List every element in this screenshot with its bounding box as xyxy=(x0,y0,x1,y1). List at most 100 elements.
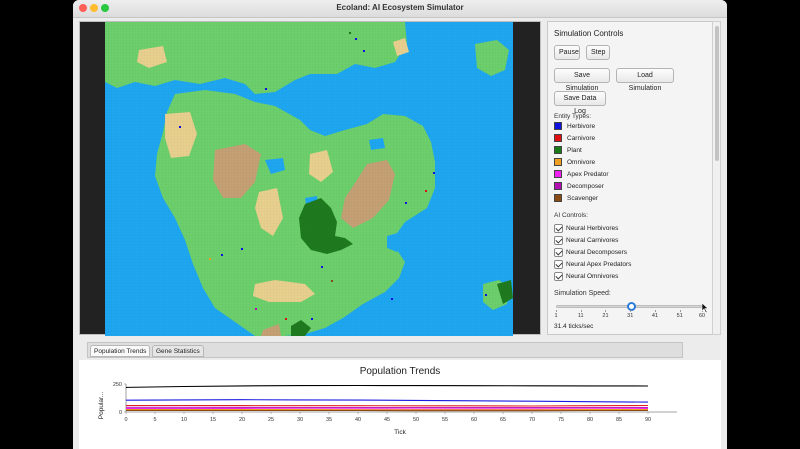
x-tick-label: 15 xyxy=(210,417,216,423)
x-tick-label: 30 xyxy=(297,417,303,423)
simulation-speed-label: Simulation Speed: xyxy=(554,290,611,297)
ai-toggle-checkbox[interactable] xyxy=(554,236,563,245)
x-tick-label: 75 xyxy=(558,417,564,423)
step-button[interactable]: Step xyxy=(586,45,610,60)
controls-scrollbar-thumb[interactable] xyxy=(715,26,719,161)
speed-tick-label: 21 xyxy=(602,313,609,319)
ai-toggle-label: Neural Apex Predators xyxy=(566,261,632,268)
speed-tick-label: 1 xyxy=(554,313,558,319)
save-data-log-button[interactable]: Save Data Log xyxy=(554,91,606,115)
ai-controls-label: AI Controls: xyxy=(554,212,588,219)
x-tick-label: 60 xyxy=(471,417,477,423)
entity-color-swatch xyxy=(554,194,562,202)
entity-color-swatch xyxy=(554,182,562,190)
entity-type-label: Herbivore xyxy=(567,122,596,130)
mouse-pointer-icon xyxy=(702,303,709,313)
x-tick-label: 0 xyxy=(124,417,127,423)
controls-title: Simulation Controls xyxy=(554,29,624,38)
entity-type-label: Plant xyxy=(567,146,582,154)
x-tick-label: 40 xyxy=(355,417,361,423)
population-series-line xyxy=(125,399,649,403)
window-title: Ecoland: AI Ecosystem Simulator xyxy=(336,3,464,12)
bottom-tab-bar: Population Trends Gene Statistics xyxy=(87,342,683,358)
entity-types-label: Entity Types: xyxy=(554,113,592,120)
entity-color-swatch xyxy=(554,158,562,166)
x-tick-label: 85 xyxy=(616,417,622,423)
entity-type-label: Scavenger xyxy=(567,194,599,202)
ai-toggle-label: Neural Carnivores xyxy=(566,237,619,244)
y-tick-label: 250 xyxy=(113,382,122,388)
speed-tick-mark xyxy=(654,310,656,312)
entity-legend-item: Herbivore xyxy=(554,121,595,131)
speed-tick-mark xyxy=(556,310,557,312)
ai-toggle-label: Neural Decomposers xyxy=(566,249,628,256)
entity-legend-item: Carnivore xyxy=(554,133,595,143)
x-tick-label: 50 xyxy=(413,417,419,423)
entity-color-swatch xyxy=(554,134,562,142)
speed-tick-label: 51 xyxy=(676,313,683,319)
app-window: Ecoland: AI Ecosystem Simulator Simulati… xyxy=(73,0,727,449)
entity-color-swatch xyxy=(554,170,562,178)
x-tick-label: 10 xyxy=(181,417,187,423)
entity-legend-item: Omnivore xyxy=(554,157,595,167)
x-tick-label: 25 xyxy=(268,417,274,423)
ai-toggle-label: Neural Herbivores xyxy=(566,225,619,232)
ai-toggle-row[interactable]: Neural Decomposers xyxy=(554,247,627,258)
entity-type-label: Apex Predator xyxy=(567,170,609,178)
ecosystem-map[interactable] xyxy=(105,22,513,336)
entity-legend-item: Plant xyxy=(554,145,582,155)
entity-type-label: Carnivore xyxy=(567,134,596,142)
pause-button[interactable]: Pause xyxy=(554,45,580,60)
x-tick-label: 20 xyxy=(239,417,245,423)
entity-legend-item: Apex Predator xyxy=(554,169,609,179)
chart-y-axis-label: Popular... xyxy=(98,391,106,420)
x-tick-label: 45 xyxy=(384,417,390,423)
controls-scrollbar[interactable] xyxy=(712,21,721,335)
tab-gene-statistics[interactable]: Gene Statistics xyxy=(152,345,204,357)
population-chart: 0 5 10 15 20 25 30 35 40 45 50 55 60 65 70 75 80 85 90 250 0… xyxy=(79,360,721,449)
speed-slider[interactable] xyxy=(556,302,702,311)
title-bar: Ecoland: AI Ecosystem Simulator xyxy=(73,0,727,18)
speed-tick-mark xyxy=(679,310,681,312)
entity-type-label: Omnivore xyxy=(567,158,596,166)
ai-toggle-label: Neural Omnivores xyxy=(566,273,619,280)
entity-color-swatch xyxy=(554,122,562,130)
population-series-line xyxy=(126,404,649,407)
x-tick-label: 70 xyxy=(529,417,535,423)
speed-tick-mark xyxy=(580,310,582,312)
entity-legend-item: Decomposer xyxy=(554,181,604,191)
ecosystem-map-panel[interactable] xyxy=(79,21,541,336)
ai-toggle-checkbox[interactable] xyxy=(554,248,563,257)
x-tick-label: 90 xyxy=(645,417,651,423)
entity-color-swatch xyxy=(554,146,562,154)
ai-toggle-checkbox[interactable] xyxy=(554,272,563,281)
speed-tick-label: 60 xyxy=(698,313,706,319)
x-tick-label: 35 xyxy=(326,417,332,423)
ai-toggle-row[interactable]: Neural Carnivores xyxy=(554,235,618,246)
ai-toggle-row[interactable]: Neural Omnivores xyxy=(554,271,618,282)
speed-tick-label: 11 xyxy=(577,313,584,319)
chart-x-axis-label: Tick xyxy=(394,429,406,436)
y-tick-label: 0 xyxy=(119,410,122,416)
load-simulation-button[interactable]: Load Simulation xyxy=(616,68,674,92)
x-tick-label: 80 xyxy=(587,417,593,423)
tab-population-trends[interactable]: Population Trends xyxy=(90,345,151,357)
speed-slider-thumb[interactable] xyxy=(627,302,637,311)
population-series-line xyxy=(125,384,649,388)
entity-legend-item: Scavenger xyxy=(554,193,598,203)
ai-toggle-checkbox[interactable] xyxy=(554,224,563,233)
x-tick-label: 5 xyxy=(153,417,156,423)
ai-toggle-checkbox[interactable] xyxy=(554,260,563,269)
speed-tick-mark xyxy=(605,310,607,312)
speed-tick-label: 31 xyxy=(627,313,634,319)
entity-type-label: Decomposer xyxy=(567,182,604,190)
speed-tick-label: 41 xyxy=(651,313,659,319)
chart-title: Population Trends xyxy=(359,366,441,377)
ai-toggle-row[interactable]: Neural Herbivores xyxy=(554,223,618,234)
speed-readout: 31.4 ticks/sec xyxy=(554,323,594,330)
ai-toggle-row[interactable]: Neural Apex Predators xyxy=(554,259,631,270)
save-simulation-button[interactable]: Save Simulation xyxy=(554,68,610,92)
simulation-controls-panel: Simulation Controls Pause Step Save Simu… xyxy=(547,21,713,335)
x-tick-label: 65 xyxy=(500,417,506,423)
x-tick-label: 55 xyxy=(442,417,448,423)
